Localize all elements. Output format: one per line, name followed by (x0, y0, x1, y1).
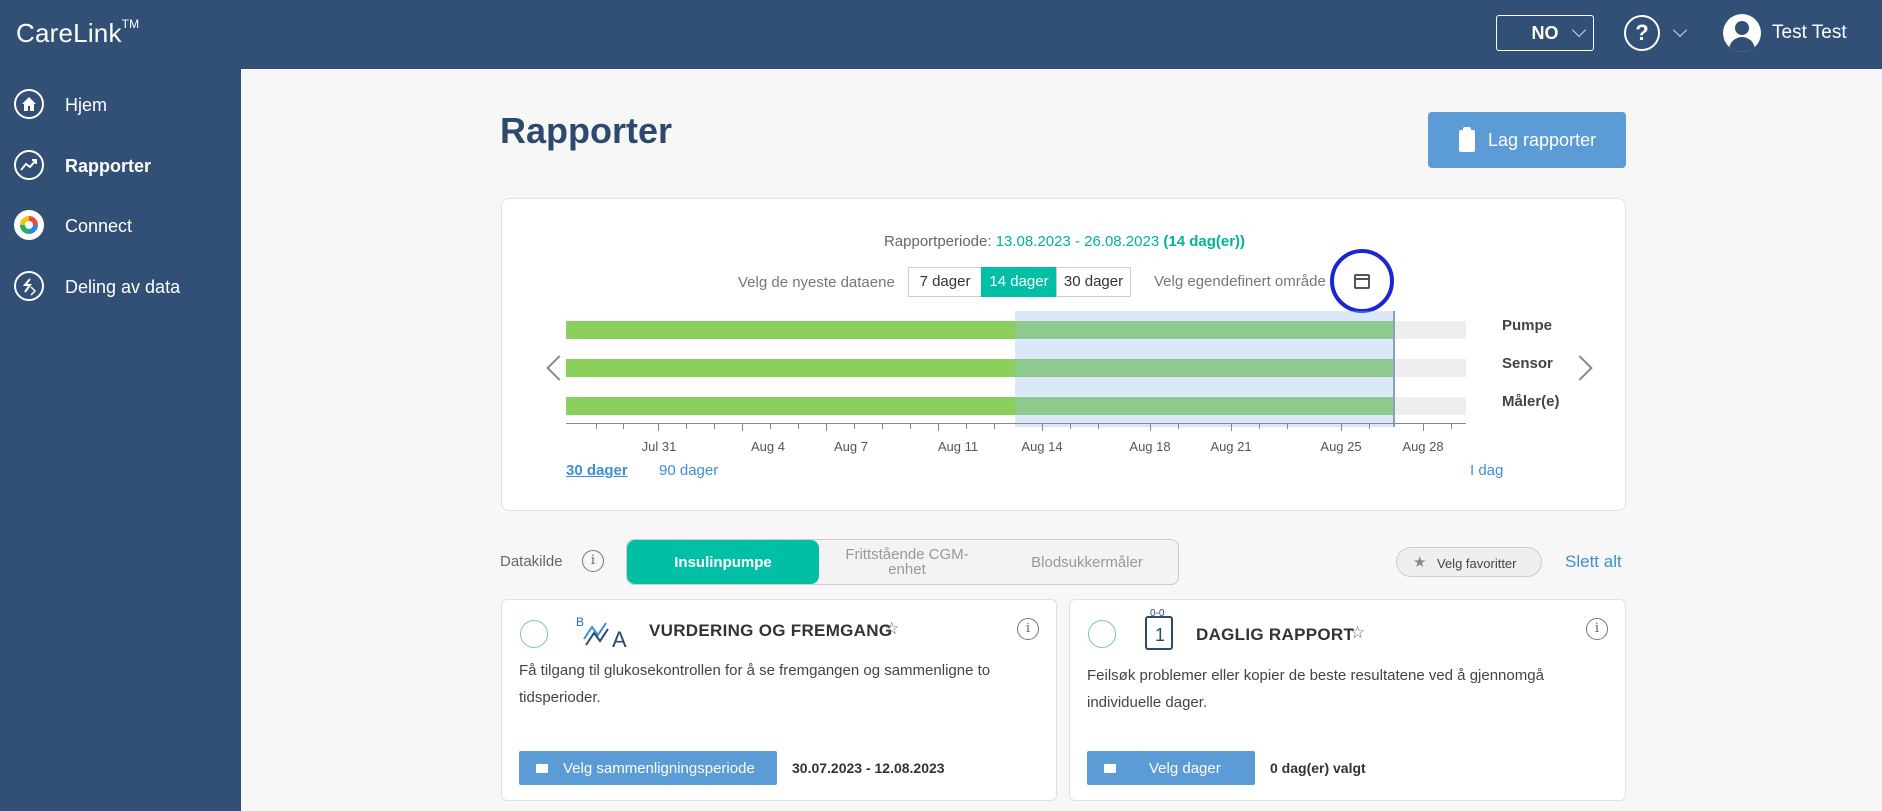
connect-icon (14, 210, 44, 240)
help-chevron-down-icon[interactable] (1672, 22, 1688, 38)
sidebar-item-rapporter[interactable]: Rapporter (0, 140, 241, 190)
tick-label: Aug 11 (937, 439, 979, 454)
trend-icon (14, 150, 44, 180)
row-label-meter: Måler(e) (1502, 393, 1560, 410)
comparison-period-dates: 30.07.2023 - 12.08.2023 (792, 760, 945, 776)
report-select-radio[interactable] (520, 620, 548, 648)
today-link[interactable]: I dag (1470, 462, 1503, 479)
favorite-star-icon[interactable]: ☆ (884, 619, 899, 639)
newest-data-label: Velg de nyeste dataene (738, 274, 895, 291)
timeline-axis (566, 423, 1466, 424)
custom-range-label: Velg egendefinert område (1154, 273, 1326, 290)
calendar-icon (536, 764, 548, 773)
sidebar-item-connect[interactable]: Connect (0, 200, 241, 250)
choose-days-button[interactable]: Velg dager (1087, 751, 1255, 785)
sidebar-item-deling-av-data[interactable]: Deling av data (0, 261, 241, 311)
days-30-button[interactable]: 30 dager (1056, 267, 1131, 297)
favorite-star-icon[interactable]: ☆ (1350, 623, 1365, 643)
sidebar: Hjem Rapporter Connect Deling av data (0, 69, 241, 811)
tick-label: Aug 28 (1402, 439, 1444, 454)
user-avatar-icon[interactable] (1723, 14, 1761, 52)
choose-favorites-label: Velg favoritter (1437, 556, 1517, 571)
sidebar-item-label: Deling av data (65, 277, 181, 297)
report-period-count: (14 dag(er)) (1163, 233, 1246, 250)
choose-comparison-period-button[interactable]: Velg sammenligningsperiode (519, 751, 777, 785)
logo-text: CareLink (16, 18, 122, 48)
report-period-label: Rapportperiode: (883, 233, 992, 250)
report-period-panel: Rapportperiode: 13.08.2023 - 26.08.2023 … (501, 198, 1626, 511)
card-description: Feilsøk problemer eller kopier de beste … (1087, 667, 1544, 711)
tick-label: Aug 18 (1129, 439, 1171, 454)
clear-all-link[interactable]: Slett alt (1565, 552, 1622, 572)
help-icon[interactable]: ? (1624, 15, 1660, 51)
card-title: VURDERING OG FREMGANG (649, 621, 893, 640)
create-reports-button[interactable]: Lag rapporter (1428, 112, 1626, 168)
sidebar-item-label: Connect (65, 216, 133, 236)
calendar-icon[interactable] (1354, 274, 1370, 289)
tab-blodsukkermaler[interactable]: Blodsukkermåler (1002, 540, 1172, 584)
user-menu[interactable]: Test Test (1772, 22, 1847, 44)
datasource-info-icon[interactable]: i (582, 550, 604, 572)
choose-favorites-button[interactable]: ★ Velg favoritter (1396, 547, 1542, 577)
card-info-icon[interactable]: i (1017, 618, 1039, 640)
clipboard-upload-icon (1459, 127, 1475, 152)
assessment-icon: B A (576, 615, 627, 652)
create-reports-label: Lag rapporter (1488, 130, 1597, 150)
tick-label: Aug 7 (834, 439, 868, 454)
carelink-logo[interactable]: CareLinkTM (16, 17, 140, 49)
logo-trademark: TM (121, 17, 140, 32)
datasource-label: Datakilde (500, 553, 563, 570)
range-90-days-link[interactable]: 90 dager (659, 462, 718, 479)
page-title: Rapporter (500, 110, 673, 151)
tick-label: Aug 4 (751, 439, 785, 454)
sidebar-item-hjem[interactable]: Hjem (0, 79, 241, 129)
calendar-day-icon: 0-0 1 (1145, 608, 1173, 650)
report-period-dates: 13.08.2023 - 26.08.2023 (995, 233, 1160, 250)
action-label: Velg sammenligningsperiode (563, 760, 755, 777)
tab-insulinpumpe[interactable]: Insulinpumpe (627, 540, 819, 584)
tick-label: Aug 14 (1021, 439, 1063, 454)
report-card-daily: 0-0 1 DAGLIG RAPPORT ☆ i Feilsøk problem… (1069, 599, 1626, 801)
top-bar: CareLinkTM NO ? Test Test (0, 0, 1882, 69)
card-info-icon[interactable]: i (1586, 618, 1608, 640)
row-label-pump: Pumpe (1502, 317, 1553, 334)
sidebar-item-label: Hjem (65, 95, 108, 115)
selected-period-region[interactable] (1015, 311, 1395, 427)
days-14-button[interactable]: 14 dager (981, 267, 1057, 297)
star-icon: ★ (1413, 554, 1427, 571)
row-label-sensor: Sensor (1502, 355, 1553, 372)
share-icon (14, 271, 44, 301)
range-30-days-link[interactable]: 30 dager (566, 462, 628, 479)
chevron-right-icon[interactable] (1567, 355, 1593, 381)
datasource-segmented-control: Insulinpumpe Frittstående CGM-enhet Blod… (626, 539, 1179, 585)
card-description: Få tilgang til glukosekontrollen for å s… (519, 662, 991, 706)
home-icon (14, 89, 44, 119)
action-label: Velg dager (1149, 760, 1221, 777)
report-select-radio[interactable] (1088, 620, 1116, 648)
sidebar-item-label: Rapporter (65, 156, 152, 176)
tick-label: Aug 21 (1210, 439, 1252, 454)
report-card-assessment: B A VURDERING OG FREMGANG ☆ i Få tilgang… (501, 599, 1057, 801)
tab-cgm-enhet[interactable]: Frittstående CGM-enhet (827, 540, 987, 584)
report-period-summary: Rapportperiode: 13.08.2023 - 26.08.2023 … (502, 233, 1627, 250)
card-title: DAGLIG RAPPORT (1196, 625, 1355, 644)
days-7-button[interactable]: 7 dager (908, 267, 982, 297)
data-timeline[interactable]: Jul 31 Aug 4 Aug 7 Aug 11 Aug 14 Aug 18 … (566, 311, 1466, 454)
days-selected-count: 0 dag(er) valgt (1270, 760, 1366, 776)
tick-label: Jul 31 (641, 439, 677, 454)
calendar-icon (1104, 764, 1116, 773)
tick-label: Aug 25 (1320, 439, 1362, 454)
